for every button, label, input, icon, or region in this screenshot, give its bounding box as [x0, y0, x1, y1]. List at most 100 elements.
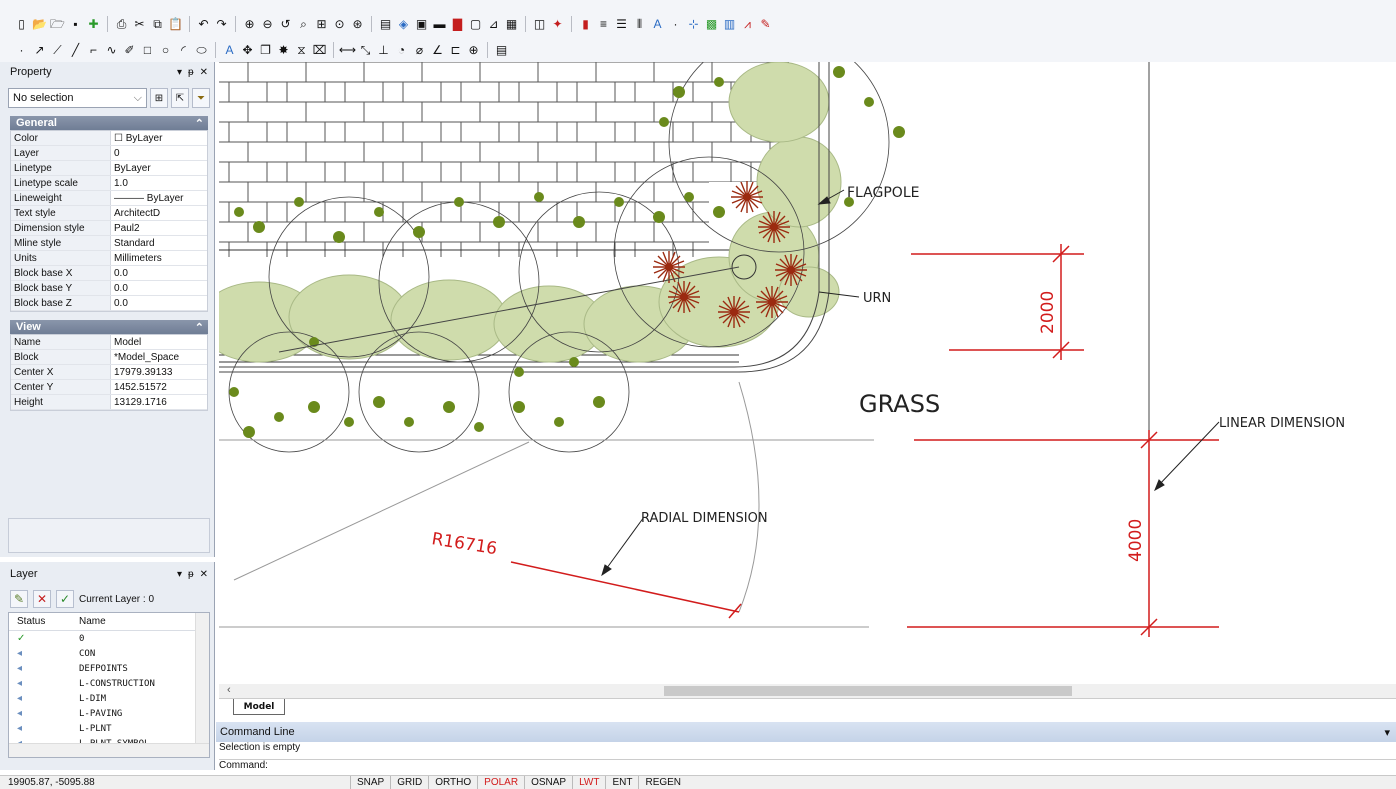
- property-row[interactable]: Lineweight ——— ByLayer: [11, 191, 207, 206]
- color-bars-icon[interactable]: ▮: [578, 17, 593, 32]
- settings-icon[interactable]: ✦: [550, 17, 565, 32]
- property-value[interactable]: 1.0: [111, 178, 207, 189]
- block-icon[interactable]: ▣: [414, 17, 429, 32]
- properties-icon[interactable]: ▤: [378, 17, 393, 32]
- polyline-icon[interactable]: ⌐: [86, 43, 101, 58]
- property-row[interactable]: Units Millimeters: [11, 251, 207, 266]
- quick-select-icon[interactable]: ⊞: [150, 88, 168, 108]
- library-icon[interactable]: ▥: [722, 17, 737, 32]
- layer-status-icon[interactable]: ◂: [9, 663, 79, 674]
- new-layer-icon[interactable]: ✎: [10, 590, 28, 608]
- property-row[interactable]: Block base Z 0.0: [11, 296, 207, 311]
- print-icon[interactable]: ⎙: [114, 17, 129, 32]
- scroll-thumb[interactable]: [664, 686, 1072, 696]
- close-icon[interactable]: ✕: [200, 67, 208, 78]
- mirror-icon[interactable]: ⧖: [294, 43, 309, 58]
- status-toggle-snap[interactable]: SNAP: [350, 776, 390, 789]
- collapse-icon[interactable]: ⌃: [195, 321, 204, 334]
- markup-icon[interactable]: ✎: [758, 17, 773, 32]
- save-icon[interactable]: ▪: [68, 17, 83, 32]
- copy-object-icon[interactable]: ❐: [258, 43, 273, 58]
- panel-menu-icon[interactable]: ▾: [177, 67, 182, 78]
- status-toggle-regen[interactable]: REGEN: [638, 776, 687, 789]
- layer-row[interactable]: ◂ CON: [9, 646, 209, 661]
- grid-icon[interactable]: ▩: [704, 17, 719, 32]
- layer-status-icon[interactable]: ◂: [9, 678, 79, 689]
- select-objects-icon[interactable]: ⇱: [171, 88, 189, 108]
- text-icon[interactable]: A: [222, 43, 237, 58]
- drawing-canvas[interactable]: FLAGPOLE URN GRASS LINEAR DIMENSION RADI…: [219, 62, 1396, 684]
- undo-icon[interactable]: ↶: [196, 17, 211, 32]
- layer-row[interactable]: ◂ L-CONSTRUCTION: [9, 676, 209, 691]
- property-row[interactable]: Block base X 0.0: [11, 266, 207, 281]
- dim-diameter-icon[interactable]: ⌀: [412, 43, 427, 58]
- chart-icon[interactable]: ⩘: [740, 17, 755, 32]
- layer-row[interactable]: ◂ L-DIM: [9, 691, 209, 706]
- layer-icon[interactable]: ◈: [396, 17, 411, 32]
- copy-icon[interactable]: ⧉: [150, 17, 165, 32]
- zoom-previous-icon[interactable]: ↺: [278, 17, 293, 32]
- property-row[interactable]: Linetype scale 1.0: [11, 176, 207, 191]
- frame-icon[interactable]: ◫: [532, 17, 547, 32]
- property-value[interactable]: ArchitectD: [111, 208, 207, 219]
- hatch-icon[interactable]: ▬: [432, 17, 447, 32]
- property-row[interactable]: Linetype ByLayer: [11, 161, 207, 176]
- dim-style-icon[interactable]: ▤: [494, 43, 509, 58]
- property-value[interactable]: 0.0: [111, 283, 207, 294]
- property-row[interactable]: Center X 17979.39133: [11, 365, 207, 380]
- arc-icon[interactable]: ◜: [176, 43, 191, 58]
- property-value[interactable]: Millimeters: [111, 253, 207, 264]
- zoom-extents-icon[interactable]: ⊞: [314, 17, 329, 32]
- command-line-area[interactable]: Selection is empty Command:: [216, 742, 1396, 775]
- property-row[interactable]: Mline style Standard: [11, 236, 207, 251]
- property-value[interactable]: *Model_Space: [111, 352, 207, 363]
- zoom-all-icon[interactable]: ⊙: [332, 17, 347, 32]
- layer-horizontal-scrollbar[interactable]: [9, 743, 209, 757]
- delete-layer-icon[interactable]: ✕: [33, 590, 51, 608]
- layer-vertical-scrollbar[interactable]: [195, 613, 209, 743]
- property-value[interactable]: ByLayer: [111, 163, 207, 174]
- set-current-icon[interactable]: ✓: [56, 590, 74, 608]
- status-toggle-lwt[interactable]: LWT: [572, 776, 605, 789]
- close-icon[interactable]: ✕: [200, 569, 208, 580]
- explode-icon[interactable]: ✸: [276, 43, 291, 58]
- open-icon[interactable]: 📂: [32, 17, 47, 32]
- ray-icon[interactable]: ↗: [32, 43, 47, 58]
- insert-icon[interactable]: ⊹: [686, 17, 701, 32]
- property-row[interactable]: Block base Y 0.0: [11, 281, 207, 296]
- open-folder-icon[interactable]: 🗁: [50, 17, 65, 32]
- collapse-icon[interactable]: ⌃: [195, 117, 204, 130]
- xline-icon[interactable]: ⟋: [50, 43, 65, 58]
- zoom-realtime-icon[interactable]: ⊛: [350, 17, 365, 32]
- pencil-icon[interactable]: ✐: [122, 43, 137, 58]
- property-row[interactable]: Color ☐ ByLayer: [11, 131, 207, 146]
- status-column-header[interactable]: Status: [9, 616, 79, 627]
- layer-row[interactable]: ◂ L-PLNT: [9, 721, 209, 736]
- property-value[interactable]: 0.0: [111, 268, 207, 279]
- trim-icon[interactable]: ⌧: [312, 43, 327, 58]
- layer-status-icon[interactable]: ◂: [9, 723, 79, 734]
- tab-model[interactable]: Model: [233, 699, 285, 715]
- pin-icon[interactable]: ᵽ: [188, 569, 194, 580]
- selection-dropdown[interactable]: No selection ⌵: [8, 88, 147, 108]
- ellipse-icon[interactable]: ⬭: [194, 43, 209, 58]
- move-icon[interactable]: ✥: [240, 43, 255, 58]
- status-toggle-osnap[interactable]: OSNAP: [524, 776, 572, 789]
- property-row[interactable]: Layer 0: [11, 146, 207, 161]
- property-value[interactable]: 17979.39133: [111, 367, 207, 378]
- text-style-icon[interactable]: A: [650, 17, 665, 32]
- dim-ordinate-icon[interactable]: ⊥: [376, 43, 391, 58]
- paste-icon[interactable]: 📋: [168, 17, 183, 32]
- property-value[interactable]: Paul2: [111, 223, 207, 234]
- property-value[interactable]: 13129.1716: [111, 397, 207, 408]
- chevron-down-icon[interactable]: ▾: [1384, 726, 1390, 739]
- dim-linear-icon[interactable]: ⟷: [339, 43, 356, 58]
- dim-angular-icon[interactable]: ∠: [430, 43, 445, 58]
- current-layer-check-icon[interactable]: ✓: [9, 633, 79, 644]
- status-toggle-ortho[interactable]: ORTHO: [428, 776, 477, 789]
- property-row[interactable]: Center Y 1452.51572: [11, 380, 207, 395]
- property-row[interactable]: Text style ArchitectD: [11, 206, 207, 221]
- zoom-out-icon[interactable]: ⊖: [260, 17, 275, 32]
- cut-icon[interactable]: ✂: [132, 17, 147, 32]
- zoom-in-icon[interactable]: ⊕: [242, 17, 257, 32]
